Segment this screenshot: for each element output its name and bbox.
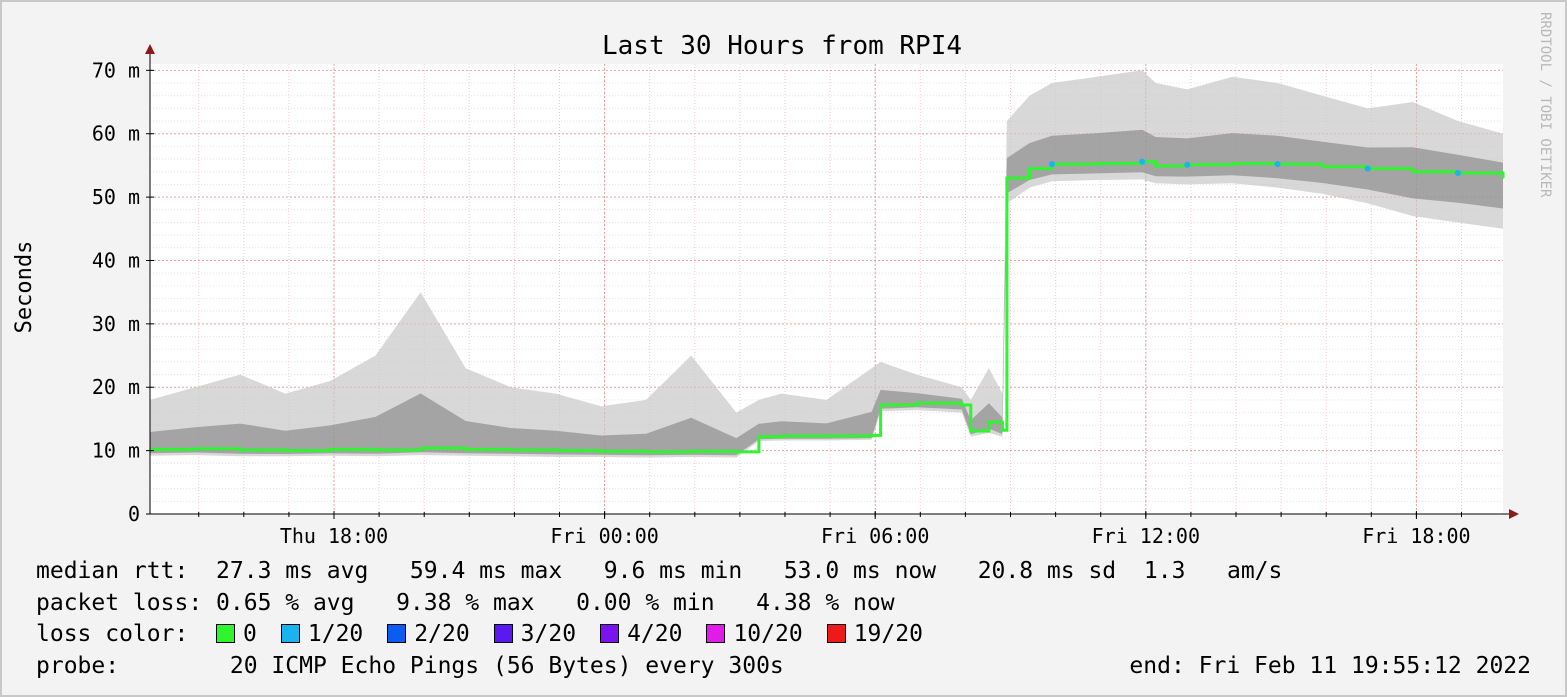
x-tick-label: Fri 00:00 (550, 524, 658, 548)
x-tick-label: Fri 12:00 (1092, 524, 1200, 548)
x-axis-arrow (1509, 509, 1519, 519)
packet-loss-now: 4.38 % now (756, 590, 895, 616)
loss-color-value: 3/20 (520, 621, 577, 647)
loss-color-item: 0 (216, 621, 257, 647)
loss-color-value: 2/20 (414, 621, 470, 647)
legend: median rtt: 27.3 ms avg 59.4 ms max 9.6 … (36, 0, 1531, 679)
packet-loss-max: 9.38 % max (396, 590, 535, 616)
loss-color-item: 4/20 (600, 621, 682, 647)
probe-row: probe: 20 ICMP Echo Pings (56 Bytes) eve… (36, 653, 1531, 679)
median-rtt-max: 59.4 ms max (409, 558, 563, 584)
loss-color-value: 0 (243, 621, 257, 647)
loss-point (1454, 170, 1461, 177)
watermark: RRDTOOL / TOBI OETIKER (1537, 12, 1553, 198)
median-rtt-now: 53.0 ms now (783, 558, 937, 584)
x-tick-label: Fri 18:00 (1362, 524, 1470, 548)
probe-label: probe: (36, 653, 120, 679)
end-time: end: Fri Feb 11 19:55:12 2022 (1129, 653, 1531, 679)
loss-color-value: 4/20 (627, 621, 683, 647)
loss-color-swatch (600, 624, 620, 643)
y-tick-label: 20 m (92, 375, 140, 399)
loss-color-swatch (216, 624, 236, 643)
x-tick-labels: Thu 18:00 Fri 00:00 Fri 06:00 Fri 12:00 Fri … (280, 524, 1471, 548)
y-tick-label: 0 (128, 502, 140, 526)
loss-point (1274, 161, 1281, 168)
loss-color-value: 19/20 (853, 621, 923, 647)
loss-color-swatch (826, 624, 846, 643)
median-rtt-ams-unit: am/s (1226, 558, 1283, 584)
x-tick-label: Thu 18:00 (280, 524, 388, 548)
y-axis-label: Seconds (12, 241, 37, 334)
packet-loss-row: packet loss: 0.65 % avg 9.38 % max 0.00 … (36, 590, 895, 616)
loss-color-swatch (387, 624, 407, 643)
loss-color-label: loss color: (36, 621, 189, 647)
loss-point (1184, 161, 1191, 168)
median-rtt-label: median rtt: (36, 558, 189, 584)
loss-color-swatch (706, 624, 726, 643)
median-rtt-avg: 27.3 ms avg (216, 558, 369, 584)
loss-color-value: 10/20 (733, 621, 803, 647)
median-rtt-row: median rtt: 27.3 ms avg 59.4 ms max 9.6 … (36, 558, 1282, 584)
y-axis-arrow (145, 44, 155, 54)
loss-color-item: 19/20 (826, 621, 923, 647)
chart-title: Last 30 Hours from RPI4 (602, 31, 962, 61)
packet-loss-label: packet loss: (36, 590, 203, 616)
loss-color-item: 10/20 (706, 621, 803, 647)
median-rtt-min: 9.6 ms min (603, 558, 743, 584)
loss-color-swatch (493, 624, 513, 643)
y-tick-label: 10 m (92, 439, 140, 463)
loss-color-value: 1/20 (307, 621, 364, 647)
loss-color-items: 0 1/20 2/20 3/20 4/20 10/20 19/20 (216, 621, 947, 647)
median-rtt-ams-value: 1.3 (1143, 558, 1186, 584)
probe-text: 20 ICMP Echo Pings (56 Bytes) every 300s (229, 653, 784, 679)
loss-point (1049, 161, 1055, 168)
y-tick-label: 30 m (92, 312, 140, 336)
x-tick-label: Fri 06:00 (821, 524, 929, 548)
packet-loss-min: 0.00 % min (576, 590, 715, 616)
loss-color-item: 3/20 (493, 621, 577, 647)
median-rtt-sd: 20.8 ms sd (977, 558, 1117, 584)
y-tick-labels: 0 10 m 20 m 30 m 40 m 50 m 60 m 70 m (92, 58, 140, 526)
loss-color-swatch (280, 624, 300, 643)
loss-color-item: 1/20 (280, 621, 364, 647)
smokeping-chart: Last 30 Hours from RPI4 Seconds RRDTOOL … (12, 12, 1553, 548)
y-tick-label: 50 m (92, 185, 140, 209)
loss-color-item: 2/20 (387, 621, 470, 647)
y-tick-label: 60 m (92, 122, 140, 146)
loss-point (1139, 158, 1146, 165)
packet-loss-avg: 0.65 % avg (216, 590, 355, 616)
y-tick-label: 40 m (92, 248, 140, 272)
y-tick-label: 70 m (92, 58, 140, 82)
loss-color-row: loss color: 0 1/20 2/20 3/20 4/20 10/20 19/20 (36, 621, 947, 647)
loss-point (1364, 165, 1371, 172)
